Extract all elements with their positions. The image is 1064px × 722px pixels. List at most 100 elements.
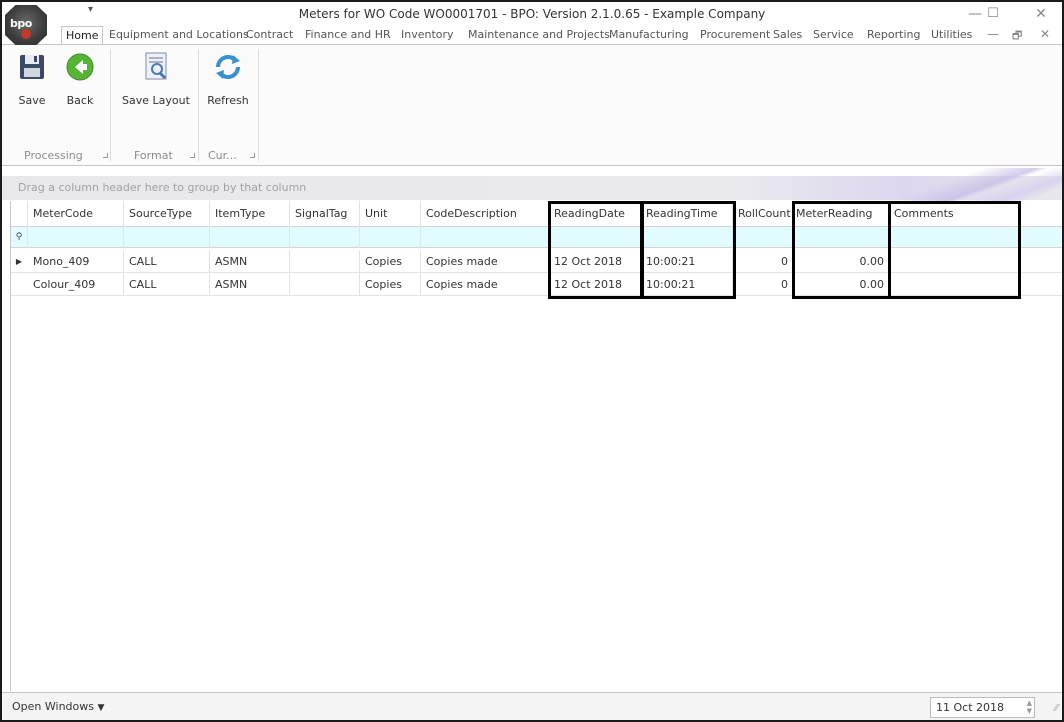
tab-service[interactable]: Service bbox=[809, 26, 858, 44]
cell-readingdate[interactable]: 12 Oct 2018 bbox=[549, 250, 641, 273]
filter-cell-readingtime[interactable] bbox=[641, 227, 733, 248]
cell-sourcetype[interactable]: CALL bbox=[124, 250, 210, 273]
auto-filter-row: ⚲ bbox=[11, 227, 1062, 248]
cell-metercode[interactable]: Colour_409 bbox=[28, 273, 124, 296]
column-header-meterreading[interactable]: MeterReading bbox=[793, 201, 889, 227]
column-header-sourcetype[interactable]: SourceType bbox=[124, 201, 210, 227]
group-label-current: Cur... bbox=[208, 149, 237, 162]
logo-dot bbox=[21, 29, 31, 39]
table-row[interactable]: Colour_409 CALL ASMN Copies Copies made … bbox=[11, 273, 1062, 296]
cell-readingdate[interactable]: 12 Oct 2018 bbox=[549, 273, 641, 296]
cell-signaltag[interactable] bbox=[290, 273, 360, 296]
cell-unit[interactable]: Copies bbox=[360, 250, 421, 273]
ribbon-tab-bar: Home Equipment and Locations Contract Fi… bbox=[2, 26, 1062, 45]
logo-text: bpo bbox=[10, 17, 32, 30]
cell-readingtime[interactable]: 10:00:21 bbox=[641, 273, 733, 296]
tab-inventory[interactable]: Inventory bbox=[397, 26, 458, 44]
date-value: 11 Oct 2018 bbox=[936, 701, 1005, 714]
cell-itemtype[interactable]: ASMN bbox=[210, 273, 290, 296]
group-launcher-icon[interactable] bbox=[250, 153, 255, 158]
cell-comments[interactable] bbox=[889, 273, 1019, 296]
cell-comments[interactable] bbox=[889, 250, 1019, 273]
mdi-minimize-button[interactable]: — bbox=[987, 27, 999, 41]
close-button[interactable]: ✕ bbox=[1026, 4, 1056, 24]
ribbon-panel: Save Back Save Layout Refresh Processing… bbox=[2, 44, 1062, 166]
cell-readingtime[interactable]: 10:00:21 bbox=[641, 250, 733, 273]
meters-grid: MeterCode SourceType ItemType SignalTag … bbox=[10, 201, 1062, 691]
column-header-codedescription[interactable]: CodeDescription bbox=[421, 201, 549, 227]
filter-cell-comments[interactable] bbox=[889, 227, 1019, 248]
tab-procurement[interactable]: Procurement bbox=[696, 26, 774, 44]
cell-itemtype[interactable]: ASMN bbox=[210, 250, 290, 273]
filter-cell-metercode[interactable] bbox=[28, 227, 124, 248]
column-header-unit[interactable]: Unit bbox=[360, 201, 421, 227]
filter-cell-itemtype[interactable] bbox=[210, 227, 290, 248]
cell-meterreading[interactable]: 0.00 bbox=[793, 250, 889, 273]
column-header-itemtype[interactable]: ItemType bbox=[210, 201, 290, 227]
group-by-panel[interactable]: Drag a column header here to group by th… bbox=[2, 168, 1062, 208]
resize-grip-icon[interactable]: ⁄⁄ bbox=[1055, 703, 1058, 714]
refresh-icon bbox=[216, 55, 240, 79]
back-arrow-icon bbox=[66, 53, 94, 81]
cell-meterreading[interactable]: 0.00 bbox=[793, 273, 889, 296]
cell-signaltag[interactable] bbox=[290, 250, 360, 273]
column-header-comments[interactable]: Comments bbox=[889, 201, 1019, 227]
group-launcher-icon[interactable] bbox=[190, 153, 195, 158]
maximize-button[interactable]: ☐ bbox=[978, 4, 1008, 24]
save-layout-label: Save Layout bbox=[122, 94, 190, 107]
group-label-format: Format bbox=[134, 149, 173, 162]
filter-cell-codedescription[interactable] bbox=[421, 227, 549, 248]
filter-cell-meterreading[interactable] bbox=[793, 227, 889, 248]
tab-maintenance-and-projects[interactable]: Maintenance and Projects bbox=[464, 26, 614, 44]
filter-cell-signaltag[interactable] bbox=[290, 227, 360, 248]
column-header-readingdate[interactable]: ReadingDate bbox=[549, 201, 641, 227]
floppy-disk-icon bbox=[20, 55, 44, 79]
status-bar: Open Windows ▼ 11 Oct 2018 ▲ ▼ ⁄⁄ bbox=[2, 692, 1062, 720]
tab-sales[interactable]: Sales bbox=[769, 26, 806, 44]
window-title: Meters for WO Code WO0001701 - BPO: Vers… bbox=[298, 7, 766, 21]
filter-cell-readingdate[interactable] bbox=[549, 227, 641, 248]
back-button[interactable]: Back bbox=[58, 51, 102, 109]
app-window: bpo ▾ Meters for WO Code WO0001701 - BPO… bbox=[0, 0, 1064, 722]
open-windows-label: Open Windows bbox=[12, 700, 94, 713]
cell-metercode[interactable]: Mono_409 bbox=[28, 250, 124, 273]
table-row[interactable]: ▶ Mono_409 CALL ASMN Copies Copies made … bbox=[11, 250, 1062, 273]
tab-finance-and-hr[interactable]: Finance and HR bbox=[301, 26, 395, 44]
tab-utilities[interactable]: Utilities bbox=[927, 26, 976, 44]
date-spin-edit[interactable]: 11 Oct 2018 ▲ ▼ bbox=[930, 697, 1035, 718]
filter-cell-rollcount[interactable] bbox=[733, 227, 793, 248]
mdi-close-button[interactable]: ✕ bbox=[1040, 27, 1050, 41]
refresh-button[interactable]: Refresh bbox=[202, 51, 254, 109]
group-separator bbox=[198, 49, 199, 161]
app-logo-icon[interactable]: bpo bbox=[5, 5, 47, 45]
title-bar: bpo ▾ Meters for WO Code WO0001701 - BPO… bbox=[2, 2, 1062, 45]
cell-sourcetype[interactable]: CALL bbox=[124, 273, 210, 296]
dropdown-arrow-icon: ▼ bbox=[97, 703, 105, 713]
save-label: Save bbox=[18, 94, 46, 107]
group-label-processing: Processing bbox=[24, 149, 83, 162]
column-header-readingtime[interactable]: ReadingTime bbox=[641, 201, 733, 227]
save-layout-button[interactable]: Save Layout bbox=[118, 51, 194, 109]
filter-pin-icon: ⚲ bbox=[11, 227, 28, 248]
tab-home[interactable]: Home bbox=[61, 26, 104, 45]
cell-unit[interactable]: Copies bbox=[360, 273, 421, 296]
cell-codedescription[interactable]: Copies made bbox=[421, 250, 549, 273]
column-header-rollcount[interactable]: RollCount bbox=[733, 201, 793, 227]
group-separator bbox=[110, 49, 111, 161]
tab-contract[interactable]: Contract bbox=[242, 26, 297, 44]
header-indicator bbox=[11, 201, 28, 227]
cell-codedescription[interactable]: Copies made bbox=[421, 273, 549, 296]
group-launcher-icon[interactable] bbox=[103, 153, 108, 158]
spin-buttons-icon[interactable]: ▲ ▼ bbox=[1027, 699, 1032, 715]
filter-cell-sourcetype[interactable] bbox=[124, 227, 210, 248]
column-header-metercode[interactable]: MeterCode bbox=[28, 201, 124, 227]
cell-rollcount[interactable]: 0 bbox=[733, 250, 793, 273]
tab-equipment-and-locations[interactable]: Equipment and Locations bbox=[105, 26, 253, 44]
save-button[interactable]: Save bbox=[14, 51, 50, 109]
cell-rollcount[interactable]: 0 bbox=[733, 273, 793, 296]
column-header-signaltag[interactable]: SignalTag bbox=[290, 201, 360, 227]
tab-reporting[interactable]: Reporting bbox=[863, 26, 924, 44]
tab-manufacturing[interactable]: Manufacturing bbox=[605, 26, 693, 44]
open-windows-menu[interactable]: Open Windows ▼ bbox=[12, 700, 104, 713]
filter-cell-unit[interactable] bbox=[360, 227, 421, 248]
